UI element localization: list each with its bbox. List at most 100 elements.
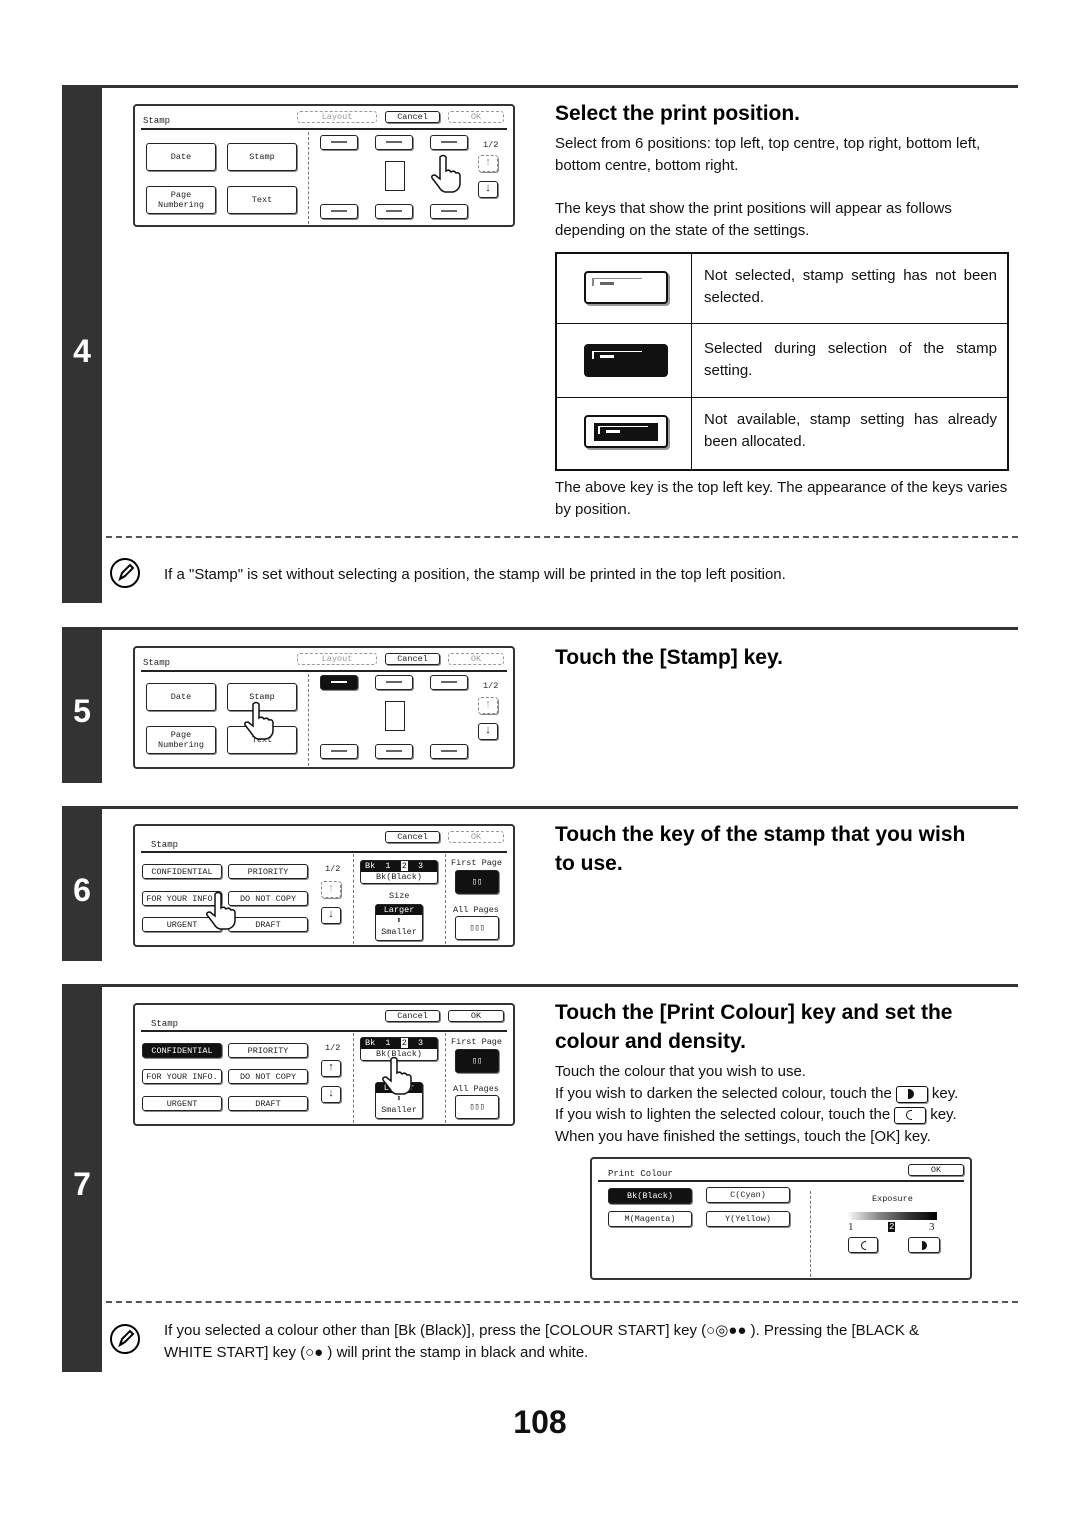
panel-divider xyxy=(141,670,507,672)
date-button[interactable]: Date xyxy=(146,683,216,711)
instruction-line: When you have finished the settings, tou… xyxy=(555,1128,931,1145)
lighten-button[interactable] xyxy=(848,1237,878,1253)
position-bottom-centre[interactable] xyxy=(375,744,413,759)
layout-button[interactable]: Layout xyxy=(297,653,377,665)
stamp-button[interactable]: Stamp xyxy=(227,143,297,171)
position-bottom-left[interactable] xyxy=(320,204,358,219)
page-numbering-button[interactable]: Page Numbering xyxy=(146,186,216,214)
table-row: Not selected, stamp setting has not been… xyxy=(557,254,1007,324)
arrow-up-icon[interactable]: ↑ xyxy=(478,155,498,172)
stamp-for-your-info-button[interactable]: FOR YOUR INFO. xyxy=(142,1069,222,1084)
stamp-urgent-button[interactable]: URGENT xyxy=(142,1096,222,1111)
arrow-up-icon[interactable]: ↑ xyxy=(321,1060,341,1077)
ok-button[interactable]: OK xyxy=(908,1164,964,1176)
instruction-text: If you wish to lighten the selected colo… xyxy=(555,1106,891,1123)
stamp-do-not-copy-button[interactable]: DO NOT COPY xyxy=(228,891,308,906)
date-button[interactable]: Date xyxy=(146,143,216,171)
darken-button[interactable] xyxy=(908,1237,940,1253)
position-top-centre[interactable] xyxy=(375,675,413,690)
step-number: 5 xyxy=(73,693,91,729)
stamp-do-not-copy-button[interactable]: DO NOT COPY xyxy=(228,1069,308,1084)
panel-divider xyxy=(141,128,507,130)
position-bottom-right[interactable] xyxy=(430,204,468,219)
first-page-label: First Page xyxy=(451,1037,503,1047)
ok-button[interactable]: OK xyxy=(448,831,504,843)
panel-separator xyxy=(353,1033,354,1123)
colour-magenta-button[interactable]: M(Magenta) xyxy=(608,1211,692,1227)
stamp-draft-button[interactable]: DRAFT xyxy=(228,1096,308,1111)
position-bottom-centre[interactable] xyxy=(375,204,413,219)
size-adjust-button[interactable]: Larger ⬍ Smaller xyxy=(375,904,423,941)
position-top-centre[interactable] xyxy=(375,135,413,150)
darken-key-icon xyxy=(895,1085,928,1103)
cancel-button[interactable]: Cancel xyxy=(385,653,440,665)
table-row: Not available, stamp setting has already… xyxy=(557,398,1007,471)
step-divider xyxy=(102,806,1018,809)
position-bottom-right[interactable] xyxy=(430,744,468,759)
page-indicator: 1/2 xyxy=(483,140,499,150)
exposure-value: 2 xyxy=(888,1222,896,1232)
all-pages-button[interactable]: ▯▯▯ xyxy=(455,1095,499,1119)
stamp-confidential-button[interactable]: CONFIDENTIAL xyxy=(142,864,222,879)
text-button[interactable]: Text xyxy=(227,186,297,214)
stamp-priority-button[interactable]: PRIORITY xyxy=(228,1043,308,1058)
ok-button[interactable]: OK xyxy=(448,1010,504,1022)
arrow-down-icon[interactable]: ↓ xyxy=(321,1086,341,1103)
panel-separator xyxy=(445,1033,446,1123)
print-colour-button[interactable]: Bk 1 2 3 Bk(Black) xyxy=(360,860,438,884)
instruction-text: key. xyxy=(931,1085,959,1102)
note-text: If a "Stamp" is set without selecting a … xyxy=(164,566,786,583)
colour-level-row: Bk 1 2 3 xyxy=(361,861,437,872)
colour-cyan-button[interactable]: C(Cyan) xyxy=(706,1187,790,1203)
size-smaller: Smaller xyxy=(381,927,417,937)
panel-separator xyxy=(308,674,309,766)
pointing-hand-icon xyxy=(382,1056,412,1095)
position-top-right[interactable] xyxy=(430,675,468,690)
ok-button[interactable]: OK xyxy=(448,653,504,665)
key-icon-cell xyxy=(557,254,692,323)
key-state-description: Not selected, stamp setting has not been… xyxy=(704,267,997,306)
key-not-selected-icon xyxy=(584,271,668,304)
stamp-priority-button[interactable]: PRIORITY xyxy=(228,864,308,879)
colour-black-button[interactable]: Bk(Black) xyxy=(608,1188,692,1204)
stamp-confidential-button[interactable]: CONFIDENTIAL xyxy=(142,1043,222,1058)
panel-separator xyxy=(445,854,446,944)
step-number: 4 xyxy=(73,333,91,369)
step-divider xyxy=(102,984,1018,987)
panel-title: Print Colour xyxy=(608,1169,673,1179)
arrow-up-icon[interactable]: ↑ xyxy=(478,697,498,714)
first-page-button[interactable]: ▯▯ xyxy=(455,1049,499,1073)
arrow-down-icon[interactable]: ↓ xyxy=(321,907,341,924)
position-top-left[interactable] xyxy=(320,135,358,150)
first-page-label: First Page xyxy=(451,858,503,868)
size-label: Size xyxy=(389,891,410,901)
table-caption: The above key is the top left key. The a… xyxy=(555,479,1008,518)
position-bottom-left[interactable] xyxy=(320,744,358,759)
print-colour-panel: Print Colour OK Bk(Black) C(Cyan) M(Mage… xyxy=(590,1157,972,1280)
all-pages-button[interactable]: ▯▯▯ xyxy=(455,916,499,940)
cancel-button[interactable]: Cancel xyxy=(385,831,440,843)
arrow-up-icon[interactable]: ↑ xyxy=(321,881,341,898)
cancel-button[interactable]: Cancel xyxy=(385,111,440,123)
arrow-down-icon[interactable]: ↓ xyxy=(478,181,498,198)
all-pages-label: All Pages xyxy=(453,905,499,915)
cancel-button[interactable]: Cancel xyxy=(385,1010,440,1022)
position-top-right[interactable] xyxy=(430,135,468,150)
page-numbering-button[interactable]: Page Numbering xyxy=(146,726,216,754)
page-number: 108 xyxy=(513,1404,567,1440)
note-text: If you selected a colour other than [Bk … xyxy=(164,1320,919,1363)
stamp-draft-button[interactable]: DRAFT xyxy=(228,917,308,932)
arrow-down-icon[interactable]: ↓ xyxy=(478,723,498,740)
size-smaller: Smaller xyxy=(381,1105,417,1115)
position-top-left[interactable] xyxy=(320,675,358,690)
step-7: 7 Touch the [Print Colour] key and set t… xyxy=(62,984,1018,1372)
colour-level-row: Bk 1 2 3 xyxy=(361,1038,437,1049)
panel-title: Stamp xyxy=(151,840,179,850)
colour-yellow-button[interactable]: Y(Yellow) xyxy=(706,1211,790,1227)
panel-title: Stamp xyxy=(143,658,171,668)
panel-divider xyxy=(141,851,507,853)
pencil-note-icon xyxy=(110,558,140,588)
first-page-button[interactable]: ▯▯ xyxy=(455,870,499,894)
ok-button[interactable]: OK xyxy=(448,111,504,123)
layout-button[interactable]: Layout xyxy=(297,111,377,123)
